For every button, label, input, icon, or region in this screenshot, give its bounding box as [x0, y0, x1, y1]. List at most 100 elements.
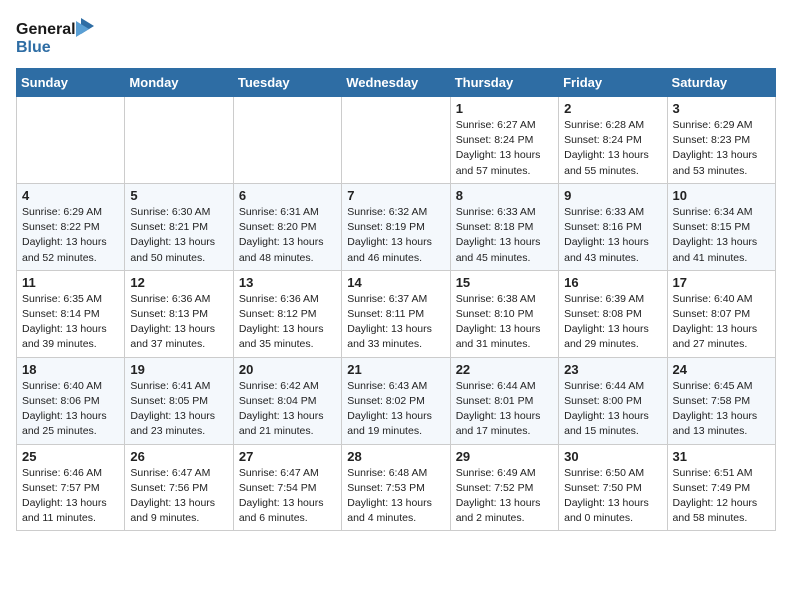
calendar-cell: [17, 97, 125, 184]
weekday-wednesday: Wednesday: [342, 69, 450, 97]
calendar-cell: 10Sunrise: 6:34 AM Sunset: 8:15 PM Dayli…: [667, 183, 775, 270]
day-number: 24: [673, 362, 770, 377]
calendar-cell: 27Sunrise: 6:47 AM Sunset: 7:54 PM Dayli…: [233, 444, 341, 531]
day-number: 28: [347, 449, 444, 464]
day-info: Sunrise: 6:29 AM Sunset: 8:22 PM Dayligh…: [22, 205, 119, 266]
calendar-cell: 19 Sunrise: 6:41 AM Sunset: 8:05 PM Dayli…: [125, 357, 233, 444]
day-info: Sunrise: 6:47 AM Sunset: 7:54 PM Dayligh…: [239, 466, 336, 527]
calendar-cell: 28 Sunrise: 6:48 AM Sunset: 7:53 PM Dayli…: [342, 444, 450, 531]
day-number: 12: [130, 275, 227, 290]
day-info: Sunrise: 6:50 AM Sunset: 7:50 PM Dayligh…: [564, 466, 661, 527]
calendar-cell: 3Sunrise: 6:29 AM Sunset: 8:23 PM Daylig…: [667, 97, 775, 184]
calendar-cell: 22 Sunrise: 6:44 AM Sunset: 8:01 PM Dayli…: [450, 357, 558, 444]
weekday-tuesday: Tuesday: [233, 69, 341, 97]
day-number: 5: [130, 188, 227, 203]
svg-text:Blue: Blue: [16, 39, 51, 56]
day-number: 22: [456, 362, 553, 377]
calendar-cell: 21 Sunrise: 6:43 AM Sunset: 8:02 PM Dayli…: [342, 357, 450, 444]
calendar-cell: 31 Sunrise: 6:51 AM Sunset: 7:49 PM Dayli…: [667, 444, 775, 531]
day-number: 26: [130, 449, 227, 464]
weekday-saturday: Saturday: [667, 69, 775, 97]
day-number: 11: [22, 275, 119, 290]
day-number: 1: [456, 101, 553, 116]
day-number: 7: [347, 188, 444, 203]
svg-text:General: General: [16, 21, 76, 38]
day-info: Sunrise: 6:44 AM Sunset: 8:00 PM Dayligh…: [564, 379, 661, 440]
calendar-cell: 25 Sunrise: 6:46 AM Sunset: 7:57 PM Dayli…: [17, 444, 125, 531]
calendar-cell: 4 Sunrise: 6:29 AM Sunset: 8:22 PM Daylig…: [17, 183, 125, 270]
calendar-cell: 26 Sunrise: 6:47 AM Sunset: 7:56 PM Dayli…: [125, 444, 233, 531]
calendar-cell: 29Sunrise: 6:49 AM Sunset: 7:52 PM Dayli…: [450, 444, 558, 531]
day-number: 17: [673, 275, 770, 290]
calendar-body: 1Sunrise: 6:27 AM Sunset: 8:24 PM Daylig…: [17, 97, 776, 531]
day-number: 9: [564, 188, 661, 203]
calendar-cell: 13Sunrise: 6:36 AM Sunset: 8:12 PM Dayli…: [233, 270, 341, 357]
calendar-table: SundayMondayTuesdayWednesdayThursdayFrid…: [16, 68, 776, 531]
day-number: 20: [239, 362, 336, 377]
day-info: Sunrise: 6:42 AM Sunset: 8:04 PM Dayligh…: [239, 379, 336, 440]
day-info: Sunrise: 6:35 AM Sunset: 8:14 PM Dayligh…: [22, 292, 119, 353]
calendar-cell: 7 Sunrise: 6:32 AM Sunset: 8:19 PM Daylig…: [342, 183, 450, 270]
calendar-cell: 14 Sunrise: 6:37 AM Sunset: 8:11 PM Dayli…: [342, 270, 450, 357]
calendar-cell: 18Sunrise: 6:40 AM Sunset: 8:06 PM Dayli…: [17, 357, 125, 444]
day-number: 16: [564, 275, 661, 290]
day-number: 29: [456, 449, 553, 464]
day-info: Sunrise: 6:51 AM Sunset: 7:49 PM Dayligh…: [673, 466, 770, 527]
weekday-friday: Friday: [559, 69, 667, 97]
day-number: 6: [239, 188, 336, 203]
day-info: Sunrise: 6:37 AM Sunset: 8:11 PM Dayligh…: [347, 292, 444, 353]
calendar-cell: 6Sunrise: 6:31 AM Sunset: 8:20 PM Daylig…: [233, 183, 341, 270]
day-info: Sunrise: 6:41 AM Sunset: 8:05 PM Dayligh…: [130, 379, 227, 440]
day-info: Sunrise: 6:38 AM Sunset: 8:10 PM Dayligh…: [456, 292, 553, 353]
calendar-cell: [233, 97, 341, 184]
weekday-header-row: SundayMondayTuesdayWednesdayThursdayFrid…: [17, 69, 776, 97]
calendar-cell: 9 Sunrise: 6:33 AM Sunset: 8:16 PM Daylig…: [559, 183, 667, 270]
week-row-1: 1Sunrise: 6:27 AM Sunset: 8:24 PM Daylig…: [17, 97, 776, 184]
day-info: Sunrise: 6:40 AM Sunset: 8:06 PM Dayligh…: [22, 379, 119, 440]
logo-icon: GeneralBlue: [16, 16, 96, 56]
calendar-cell: 8 Sunrise: 6:33 AM Sunset: 8:18 PM Daylig…: [450, 183, 558, 270]
day-info: Sunrise: 6:32 AM Sunset: 8:19 PM Dayligh…: [347, 205, 444, 266]
day-info: Sunrise: 6:28 AM Sunset: 8:24 PM Dayligh…: [564, 118, 661, 179]
weekday-monday: Monday: [125, 69, 233, 97]
calendar-cell: 5 Sunrise: 6:30 AM Sunset: 8:21 PM Daylig…: [125, 183, 233, 270]
day-info: Sunrise: 6:43 AM Sunset: 8:02 PM Dayligh…: [347, 379, 444, 440]
day-info: Sunrise: 6:36 AM Sunset: 8:12 PM Dayligh…: [239, 292, 336, 353]
weekday-sunday: Sunday: [17, 69, 125, 97]
day-info: Sunrise: 6:33 AM Sunset: 8:16 PM Dayligh…: [564, 205, 661, 266]
page-header: GeneralBlue: [16, 16, 776, 56]
day-info: Sunrise: 6:48 AM Sunset: 7:53 PM Dayligh…: [347, 466, 444, 527]
day-info: Sunrise: 6:44 AM Sunset: 8:01 PM Dayligh…: [456, 379, 553, 440]
day-number: 23: [564, 362, 661, 377]
day-info: Sunrise: 6:30 AM Sunset: 8:21 PM Dayligh…: [130, 205, 227, 266]
day-number: 14: [347, 275, 444, 290]
day-info: Sunrise: 6:36 AM Sunset: 8:13 PM Dayligh…: [130, 292, 227, 353]
week-row-4: 18Sunrise: 6:40 AM Sunset: 8:06 PM Dayli…: [17, 357, 776, 444]
day-number: 15: [456, 275, 553, 290]
calendar-cell: 16 Sunrise: 6:39 AM Sunset: 8:08 PM Dayli…: [559, 270, 667, 357]
day-info: Sunrise: 6:47 AM Sunset: 7:56 PM Dayligh…: [130, 466, 227, 527]
calendar-cell: [342, 97, 450, 184]
weekday-thursday: Thursday: [450, 69, 558, 97]
day-number: 19: [130, 362, 227, 377]
calendar-cell: [125, 97, 233, 184]
day-number: 31: [673, 449, 770, 464]
week-row-2: 4 Sunrise: 6:29 AM Sunset: 8:22 PM Daylig…: [17, 183, 776, 270]
week-row-5: 25 Sunrise: 6:46 AM Sunset: 7:57 PM Dayli…: [17, 444, 776, 531]
calendar-cell: 23 Sunrise: 6:44 AM Sunset: 8:00 PM Dayli…: [559, 357, 667, 444]
day-number: 25: [22, 449, 119, 464]
day-number: 30: [564, 449, 661, 464]
day-number: 4: [22, 188, 119, 203]
day-number: 10: [673, 188, 770, 203]
week-row-3: 11 Sunrise: 6:35 AM Sunset: 8:14 PM Dayli…: [17, 270, 776, 357]
day-info: Sunrise: 6:39 AM Sunset: 8:08 PM Dayligh…: [564, 292, 661, 353]
day-number: 8: [456, 188, 553, 203]
day-number: 2: [564, 101, 661, 116]
day-info: Sunrise: 6:29 AM Sunset: 8:23 PM Dayligh…: [673, 118, 770, 179]
day-info: Sunrise: 6:33 AM Sunset: 8:18 PM Dayligh…: [456, 205, 553, 266]
day-info: Sunrise: 6:46 AM Sunset: 7:57 PM Dayligh…: [22, 466, 119, 527]
day-number: 21: [347, 362, 444, 377]
calendar-cell: 12 Sunrise: 6:36 AM Sunset: 8:13 PM Dayli…: [125, 270, 233, 357]
calendar-cell: 20 Sunrise: 6:42 AM Sunset: 8:04 PM Dayli…: [233, 357, 341, 444]
calendar-cell: 15 Sunrise: 6:38 AM Sunset: 8:10 PM Dayli…: [450, 270, 558, 357]
